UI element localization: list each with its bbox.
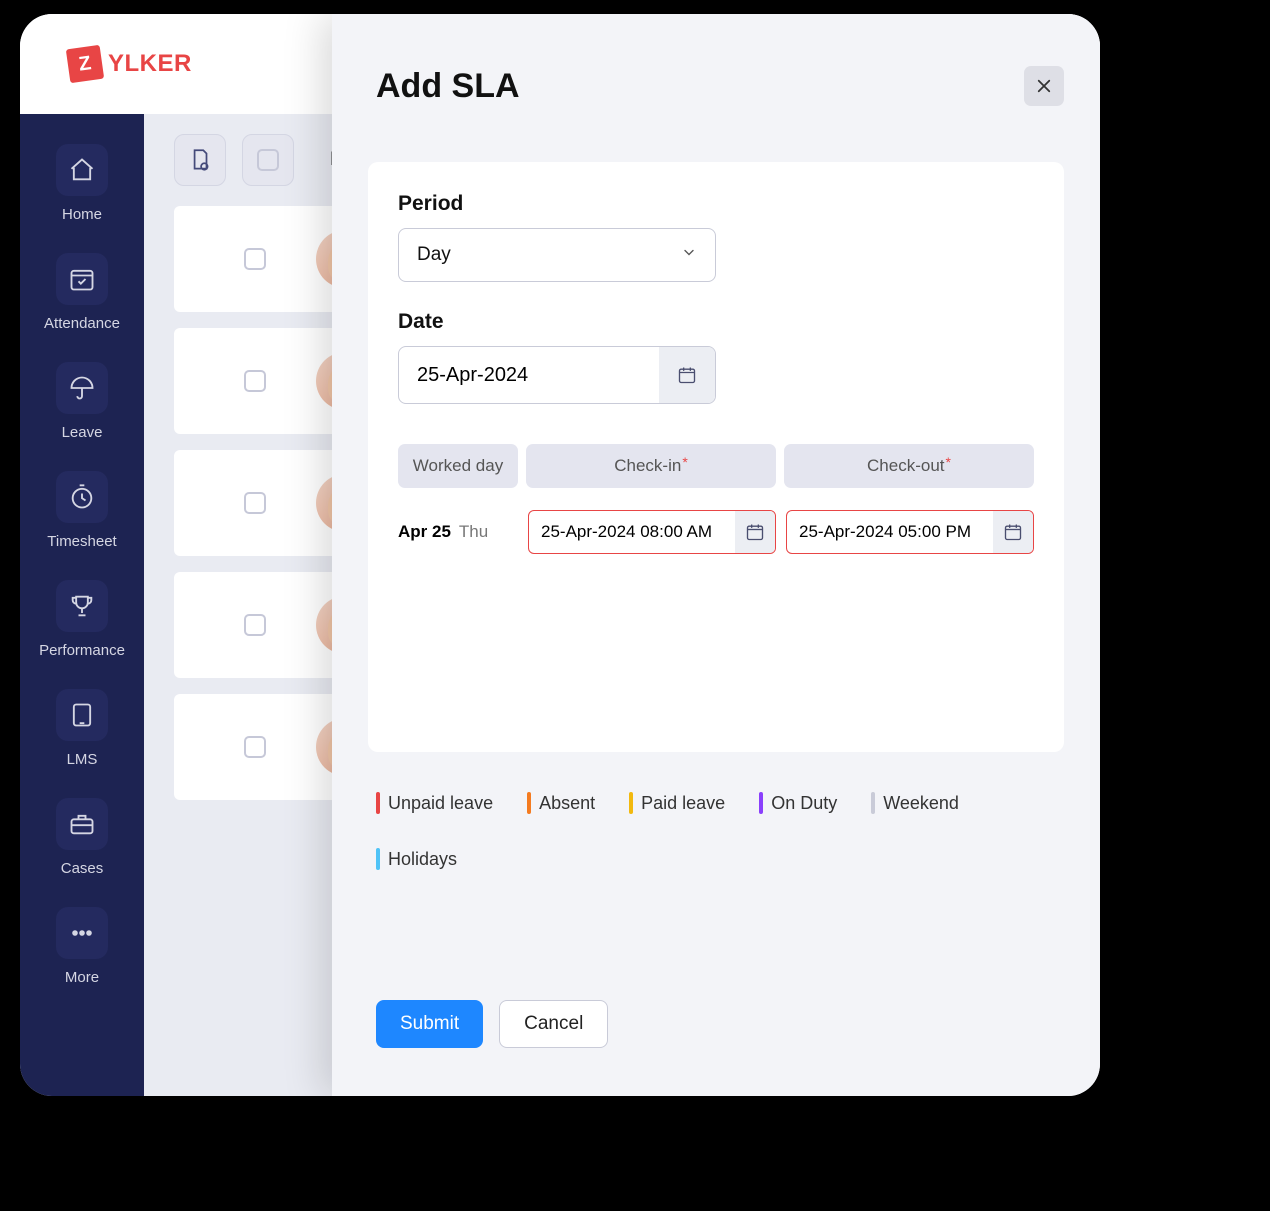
calendar-icon [745,522,765,542]
table-headers: Worked day Check-in* Check-out* [398,444,1034,488]
header-checkout: Check-out* [784,444,1034,488]
calendar-check-icon [56,253,108,305]
date-value[interactable]: 25-Apr-2024 [399,347,659,403]
legend-color-bar [527,792,531,814]
legend-item: Holidays [376,848,457,870]
sidebar-item-label: Performance [39,642,125,659]
trophy-icon [56,580,108,632]
legend-label: Paid leave [641,793,725,814]
sidebar-item-label: Cases [61,860,104,877]
worked-day-name: Thu [459,522,488,542]
calendar-icon [1003,522,1023,542]
sidebar-item-label: Leave [62,424,103,441]
legend-label: Weekend [883,793,959,814]
period-label: Period [398,192,1034,216]
period-select-value: Day [417,244,451,266]
sidebar-item-label: LMS [67,751,98,768]
row-checkbox[interactable] [244,492,266,514]
header-checkin: Check-in* [526,444,776,488]
legend-item: Paid leave [629,792,725,814]
checkin-calendar-button[interactable] [735,511,775,553]
date-input-group: 25-Apr-2024 [398,346,716,404]
row-checkbox[interactable] [244,248,266,270]
worked-day-cell: Apr 25 Thu [398,522,518,542]
row-checkbox[interactable] [244,614,266,636]
row-checkbox[interactable] [244,736,266,758]
sidebar-item-performance[interactable]: Performance [20,580,144,659]
legend-color-bar [376,792,380,814]
legend-item: Weekend [871,792,959,814]
legend-color-bar [376,848,380,870]
umbrella-icon [56,362,108,414]
sidebar-item-label: Attendance [44,315,120,332]
close-button[interactable] [1024,66,1064,106]
sidebar-item-cases[interactable]: Cases [20,798,144,877]
brand-text: YLKER [108,50,192,78]
checkout-calendar-button[interactable] [993,511,1033,553]
legend-color-bar [629,792,633,814]
legend-label: Unpaid leave [388,793,493,814]
sidebar-item-label: Timesheet [47,533,116,550]
chevron-down-icon [681,245,697,266]
period-select[interactable]: Day [398,228,716,282]
stopwatch-icon [56,471,108,523]
form-card: Period Day Date 25-Apr-2024 Worked day C… [368,162,1064,752]
row-checkbox[interactable] [244,370,266,392]
brand-logo: Z YLKER [68,47,192,81]
legend-color-bar [871,792,875,814]
sidebar-item-home[interactable]: Home [20,144,144,223]
sidebar-item-lms[interactable]: LMS [20,689,144,768]
sidebar-item-leave[interactable]: Leave [20,362,144,441]
sidebar-item-label: More [65,969,99,986]
worked-date: Apr 25 [398,522,451,542]
legend-label: Absent [539,793,595,814]
legend-label: On Duty [771,793,837,814]
calendar-icon [677,365,697,385]
submit-button[interactable]: Submit [376,1000,483,1048]
checkout-input[interactable]: 25-Apr-2024 05:00 PM [786,510,1034,554]
dots-icon [56,907,108,959]
cancel-button[interactable]: Cancel [499,1000,608,1048]
select-all-checkbox[interactable] [242,134,294,186]
checkin-input[interactable]: 25-Apr-2024 08:00 AM [528,510,776,554]
modal-title: Add SLA [376,67,520,106]
sidebar: Home Attendance Leave Timesheet [20,114,144,1096]
legend-item: On Duty [759,792,837,814]
tablet-icon [56,689,108,741]
checkout-value: 25-Apr-2024 05:00 PM [799,522,971,542]
sidebar-item-label: Home [62,206,102,223]
header-worked-day: Worked day [398,444,518,488]
legend-item: Absent [527,792,595,814]
close-icon [1035,77,1053,95]
brand-badge: Z [66,45,104,83]
sidebar-item-more[interactable]: More [20,907,144,986]
date-label: Date [398,310,1034,334]
add-sla-modal: Add SLA Period Day Date 25-Apr-2024 Work… [332,14,1100,1096]
legend: Unpaid leave Absent Paid leave On Duty Weeke… [376,792,1064,870]
home-icon [56,144,108,196]
sidebar-item-timesheet[interactable]: Timesheet [20,471,144,550]
document-filter-button[interactable] [174,134,226,186]
legend-label: Holidays [388,849,457,870]
modal-footer: Submit Cancel [332,1000,1100,1096]
table-row: Apr 25 Thu 25-Apr-2024 08:00 AM 25-Apr-2… [398,510,1034,554]
legend-color-bar [759,792,763,814]
briefcase-icon [56,798,108,850]
date-picker-button[interactable] [659,347,715,403]
sidebar-item-attendance[interactable]: Attendance [20,253,144,332]
legend-item: Unpaid leave [376,792,493,814]
checkin-value: 25-Apr-2024 08:00 AM [541,522,712,542]
modal-header: Add SLA [332,14,1100,132]
